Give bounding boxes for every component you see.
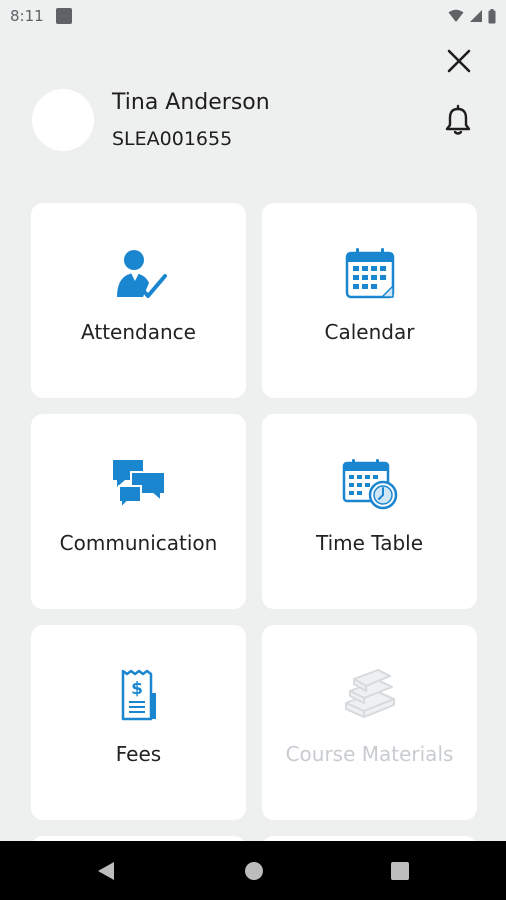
- chat-bubbles-icon: [112, 460, 166, 510]
- menu-tile-communication[interactable]: Communication: [31, 414, 246, 609]
- tile-label-fees: Fees: [115, 742, 162, 766]
- battery-icon: [488, 8, 496, 23]
- calendar-icon: [345, 248, 394, 299]
- menu-tile-calendar[interactable]: Calendar: [262, 203, 477, 398]
- timetable-icon: [342, 459, 397, 510]
- tile-label-course-materials: Course Materials: [285, 742, 454, 766]
- status-time: 8:11: [10, 7, 44, 25]
- receipt-icon: $: [121, 669, 156, 721]
- bell-icon: [445, 104, 471, 135]
- svg-text:$: $: [131, 679, 143, 699]
- user-id: SLEA001655: [112, 128, 233, 150]
- user-name: Tina Anderson: [112, 90, 270, 115]
- home-icon[interactable]: [243, 860, 265, 882]
- tile-label-timetable: Time Table: [315, 531, 424, 555]
- menu-tile-attendance[interactable]: Attendance: [31, 203, 246, 398]
- tile-label-communication: Communication: [59, 531, 218, 555]
- status-bar: 8:11: [0, 0, 506, 32]
- tile-label-attendance: Attendance: [81, 320, 196, 344]
- avatar[interactable]: [32, 89, 94, 151]
- notifications-button[interactable]: [440, 103, 476, 139]
- wifi-icon: [448, 9, 464, 22]
- navigation-bar: [0, 841, 506, 900]
- menu-tile-course-materials[interactable]: Course Materials: [262, 625, 477, 820]
- menu-tile-fees[interactable]: $ Fees: [31, 625, 246, 820]
- close-icon: [447, 49, 471, 73]
- menu-tile-timetable[interactable]: Time Table: [262, 414, 477, 609]
- close-button[interactable]: [442, 44, 476, 78]
- recents-icon[interactable]: [390, 861, 410, 881]
- attendance-icon: [116, 250, 167, 298]
- notification-icon: [55, 8, 72, 24]
- back-icon[interactable]: [95, 860, 117, 882]
- tile-label-calendar: Calendar: [324, 320, 415, 344]
- signal-icon: [470, 10, 482, 22]
- status-icons: [448, 8, 496, 24]
- books-icon: [344, 669, 395, 718]
